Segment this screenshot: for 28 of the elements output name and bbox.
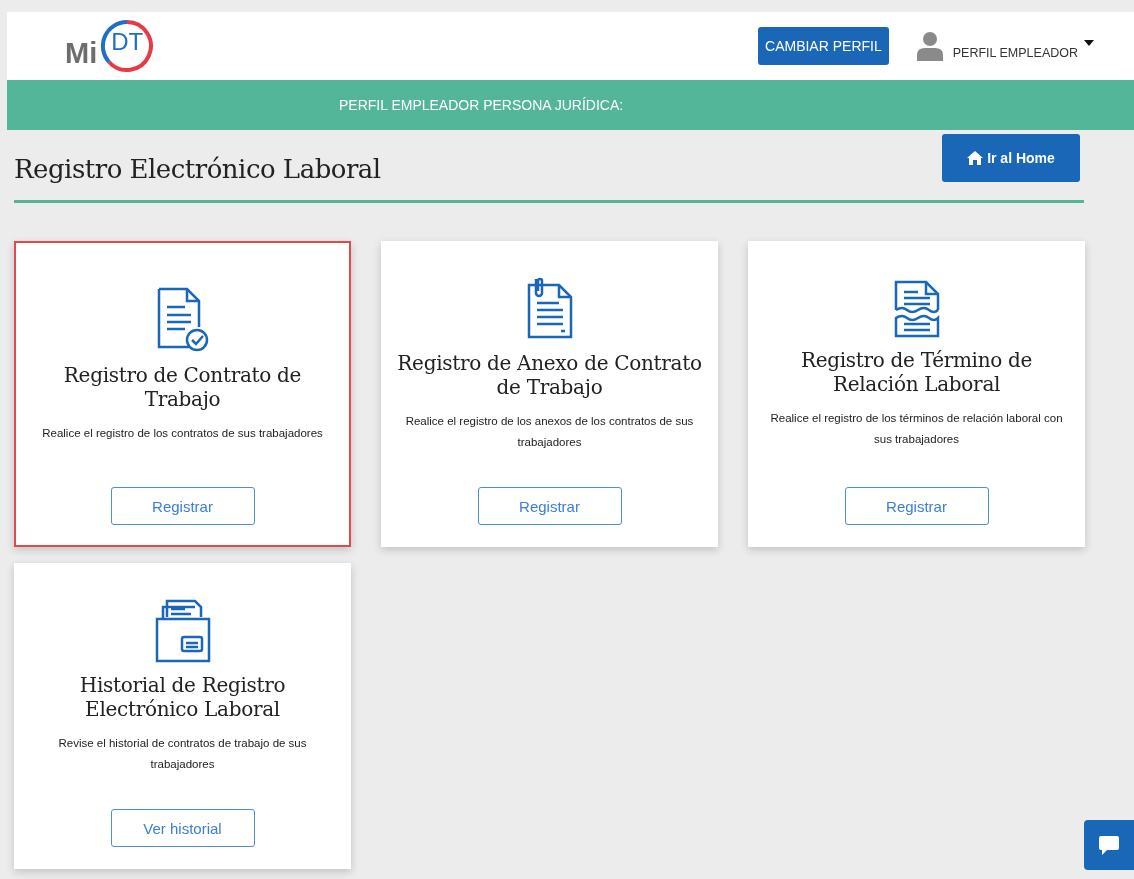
clipped-document-icon (526, 277, 573, 341)
profile-menu[interactable]: PERFIL EMPLEADOR (952, 46, 1078, 60)
chat-button[interactable] (1084, 820, 1134, 870)
document-check-icon (156, 286, 209, 353)
register-button[interactable]: Registrar (844, 487, 989, 525)
logo-text: Mi (65, 36, 98, 70)
card-description: Revise el historial de contratos de trabajo de sus trabajadores (57, 736, 308, 772)
page-title: Registro Electrónico Laboral (14, 154, 381, 184)
home-button[interactable]: Ir al Home (942, 134, 1080, 182)
card-title: Registro de Anexo de Contrato de Trabajo (397, 351, 702, 399)
card-description: Realice el registro de los términos de relación laboral con sus trabajadores (769, 411, 1064, 447)
register-button[interactable]: Registrar (477, 487, 622, 525)
view-history-button[interactable]: Ver historial (110, 809, 255, 847)
card-title: Registro de Término de Relación Laboral (799, 348, 1034, 396)
torn-document-icon (893, 280, 940, 338)
logo-badge: DT (99, 18, 156, 74)
card-description: Realice el registro de los contratos de sus trabajadores (42, 425, 323, 441)
banner-text: PERFIL EMPLEADOR PERSONA JURÍDICA: (339, 97, 624, 113)
card-description: Realice el registro de los anexos de los contratos de sus trabajadores (404, 414, 695, 450)
user-icon (916, 31, 943, 61)
caret-icon[interactable] (1084, 40, 1094, 46)
chat-icon (1099, 835, 1119, 855)
document-folder-icon (154, 599, 211, 663)
card-title: Registro de Contrato de Trabajo (62, 362, 303, 411)
home-icon (967, 151, 984, 165)
change-profile-button[interactable]: CAMBIAR PERFIL (758, 27, 889, 65)
card-title: Historial de Registro Electrónico Laboral (78, 673, 287, 721)
register-button[interactable]: Registrar (110, 487, 255, 525)
